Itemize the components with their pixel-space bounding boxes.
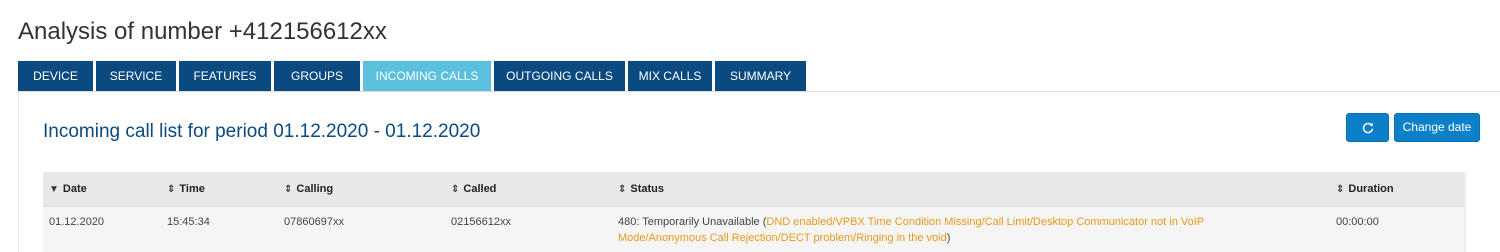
column-label-time: Time <box>179 183 205 195</box>
tab-summary[interactable]: SUMMARY <box>715 61 806 91</box>
column-header-time[interactable]: ⇕ Time <box>167 172 205 206</box>
cell-date: 01.12.2020 <box>49 216 105 228</box>
cell-called: 02156612xx <box>451 216 511 228</box>
column-label-duration: Duration <box>1348 183 1394 195</box>
column-header-date[interactable]: ▼ Date <box>49 172 87 206</box>
status-code: 480: Temporarily Unavailable ( <box>618 216 767 228</box>
sort-icon: ⇕ <box>284 184 293 195</box>
tab-groups[interactable]: GROUPS <box>274 61 360 91</box>
panel-title: Incoming call list for period 01.12.2020… <box>43 121 481 142</box>
tab-incoming-calls[interactable]: INCOMING CALLS <box>363 61 491 91</box>
table-scroll-edge <box>1464 172 1466 252</box>
tab-features[interactable]: FEATURES <box>179 61 271 91</box>
change-date-button[interactable]: Change date <box>1394 113 1480 142</box>
column-label-calling: Calling <box>296 183 334 195</box>
sort-icon: ⇕ <box>451 184 460 195</box>
column-label-date: Date <box>62 183 87 195</box>
incoming-calls-panel: Incoming call list for period 01.12.2020… <box>18 91 1500 252</box>
sort-icon: ⇕ <box>1336 184 1345 195</box>
column-header-duration[interactable]: ⇕ Duration <box>1336 172 1394 206</box>
cell-duration: 00:00:00 <box>1336 216 1379 228</box>
calls-table: ▼ Date ⇕ Time ⇕ Calling ⇕ Called ⇕ Status ⇕ Du… <box>43 172 1464 252</box>
page-title: Analysis of number +412156612xx <box>18 18 387 45</box>
tab-bar: DEVICE SERVICE FEATURES GROUPS INCOMING … <box>18 61 809 91</box>
tab-mix-calls[interactable]: MIX CALLS <box>628 61 712 91</box>
refresh-button[interactable] <box>1346 113 1389 142</box>
tab-device[interactable]: DEVICE <box>18 61 93 91</box>
sort-desc-icon: ▼ <box>49 184 59 195</box>
table-row[interactable]: 01.12.2020 15:45:34 07860697xx 02156612x… <box>43 206 1464 252</box>
tab-outgoing-calls[interactable]: OUTGOING CALLS <box>494 61 625 91</box>
cell-calling: 07860697xx <box>284 216 344 228</box>
column-header-called[interactable]: ⇕ Called <box>451 172 496 206</box>
sort-icon: ⇕ <box>167 184 176 195</box>
status-close: ) <box>946 232 951 244</box>
column-label-called: Called <box>463 183 497 195</box>
tab-service[interactable]: SERVICE <box>96 61 176 91</box>
sort-icon: ⇕ <box>618 184 627 195</box>
column-header-status[interactable]: ⇕ Status <box>618 172 1278 206</box>
table-header: ▼ Date ⇕ Time ⇕ Calling ⇕ Called ⇕ Status ⇕ Du… <box>43 172 1464 206</box>
column-label-status: Status <box>630 183 665 195</box>
refresh-icon <box>1362 120 1374 134</box>
column-header-calling[interactable]: ⇕ Calling <box>284 172 333 206</box>
cell-status: 480: Temporarily Unavailable (DND enable… <box>618 214 1278 246</box>
page: Analysis of number +412156612xx DEVICE S… <box>0 0 1500 252</box>
cell-time: 15:45:34 <box>167 216 210 228</box>
